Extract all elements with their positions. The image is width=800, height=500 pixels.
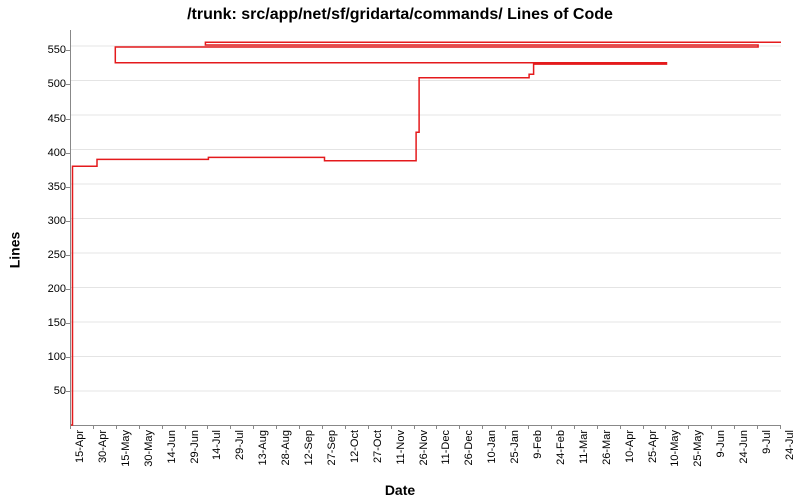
x-tick-label: 29-Jun [189,430,201,464]
x-tick-mark [253,425,254,429]
x-tick-mark [345,425,346,429]
x-tick-label: 27-Sep [326,430,338,465]
x-tick-label: 11-Nov [395,430,407,465]
x-tick-label: 9-Feb [532,430,544,459]
x-tick-mark [436,425,437,429]
x-tick-mark [322,425,323,429]
x-tick-mark [276,425,277,429]
y-tick-mark [66,153,70,154]
x-tick-mark [505,425,506,429]
y-tick-label: 250 [36,249,66,261]
y-tick-label: 50 [36,385,66,397]
x-axis-label: Date [0,482,800,498]
y-tick-mark [66,119,70,120]
x-tick-label: 10-Jan [486,430,498,464]
x-tick-mark [207,425,208,429]
x-tick-label: 24-Jun [738,430,750,464]
y-tick-mark [66,289,70,290]
x-tick-mark [139,425,140,429]
x-tick-mark [551,425,552,429]
x-tick-mark [230,425,231,429]
y-tick-label: 350 [36,181,66,193]
y-tick-label: 450 [36,113,66,125]
x-tick-mark [116,425,117,429]
x-tick-label: 29-Jul [234,430,246,460]
loc-chart: /trunk: src/app/net/sf/gridarta/commands… [0,0,800,500]
plot-area [70,30,781,426]
x-tick-label: 26-Mar [601,430,613,465]
y-tick-label: 200 [36,283,66,295]
y-tick-mark [66,255,70,256]
y-tick-mark [66,357,70,358]
x-tick-label: 28-Aug [280,430,292,465]
x-tick-label: 9-Jun [715,430,727,458]
chart-title: /trunk: src/app/net/sf/gridarta/commands… [0,6,800,24]
y-tick-mark [66,323,70,324]
x-tick-label: 25-Jan [509,430,521,464]
x-tick-label: 27-Oct [372,430,384,463]
x-tick-label: 30-Apr [97,430,109,463]
y-tick-label: 400 [36,147,66,159]
x-tick-label: 11-Mar [578,430,590,464]
y-tick-label: 300 [36,215,66,227]
y-tick-label: 150 [36,317,66,329]
y-tick-mark [66,221,70,222]
x-tick-label: 13-Aug [257,430,269,465]
x-tick-mark [620,425,621,429]
x-tick-mark [711,425,712,429]
x-tick-mark [414,425,415,429]
x-tick-label: 15-May [120,430,132,467]
y-tick-label: 550 [36,44,66,56]
x-tick-label: 15-Apr [74,430,86,463]
x-tick-label: 25-Apr [647,430,659,463]
x-tick-mark [757,425,758,429]
series-line [71,30,781,425]
y-tick-mark [66,187,70,188]
x-tick-label: 12-Oct [349,430,361,463]
x-tick-mark [459,425,460,429]
y-axis-label: Lines [4,0,24,500]
x-tick-mark [368,425,369,429]
x-tick-label: 14-Jun [166,430,178,464]
x-tick-mark [574,425,575,429]
x-tick-label: 14-Jul [211,430,223,460]
x-tick-mark [643,425,644,429]
y-tick-label: 500 [36,78,66,90]
x-tick-mark [162,425,163,429]
y-tick-label: 100 [36,351,66,363]
x-tick-mark [482,425,483,429]
x-tick-label: 10-May [669,430,681,467]
x-tick-label: 26-Dec [463,430,475,465]
x-tick-mark [665,425,666,429]
x-tick-mark [93,425,94,429]
x-tick-mark [70,425,71,429]
y-tick-mark [66,50,70,51]
x-tick-mark [391,425,392,429]
x-tick-label: 12-Sep [303,430,315,465]
x-tick-label: 11-Dec [440,430,452,465]
x-tick-mark [185,425,186,429]
x-tick-label: 24-Jul [784,430,796,460]
x-tick-label: 9-Jul [761,430,773,454]
x-tick-label: 26-Nov [418,430,430,465]
x-tick-mark [780,425,781,429]
x-tick-mark [299,425,300,429]
x-tick-mark [734,425,735,429]
x-tick-mark [688,425,689,429]
x-tick-label: 30-May [143,430,155,467]
x-tick-label: 25-May [692,430,704,467]
y-tick-mark [66,84,70,85]
y-tick-mark [66,391,70,392]
x-tick-label: 10-Apr [624,430,636,463]
x-tick-mark [597,425,598,429]
x-tick-label: 24-Feb [555,430,567,465]
x-tick-mark [528,425,529,429]
